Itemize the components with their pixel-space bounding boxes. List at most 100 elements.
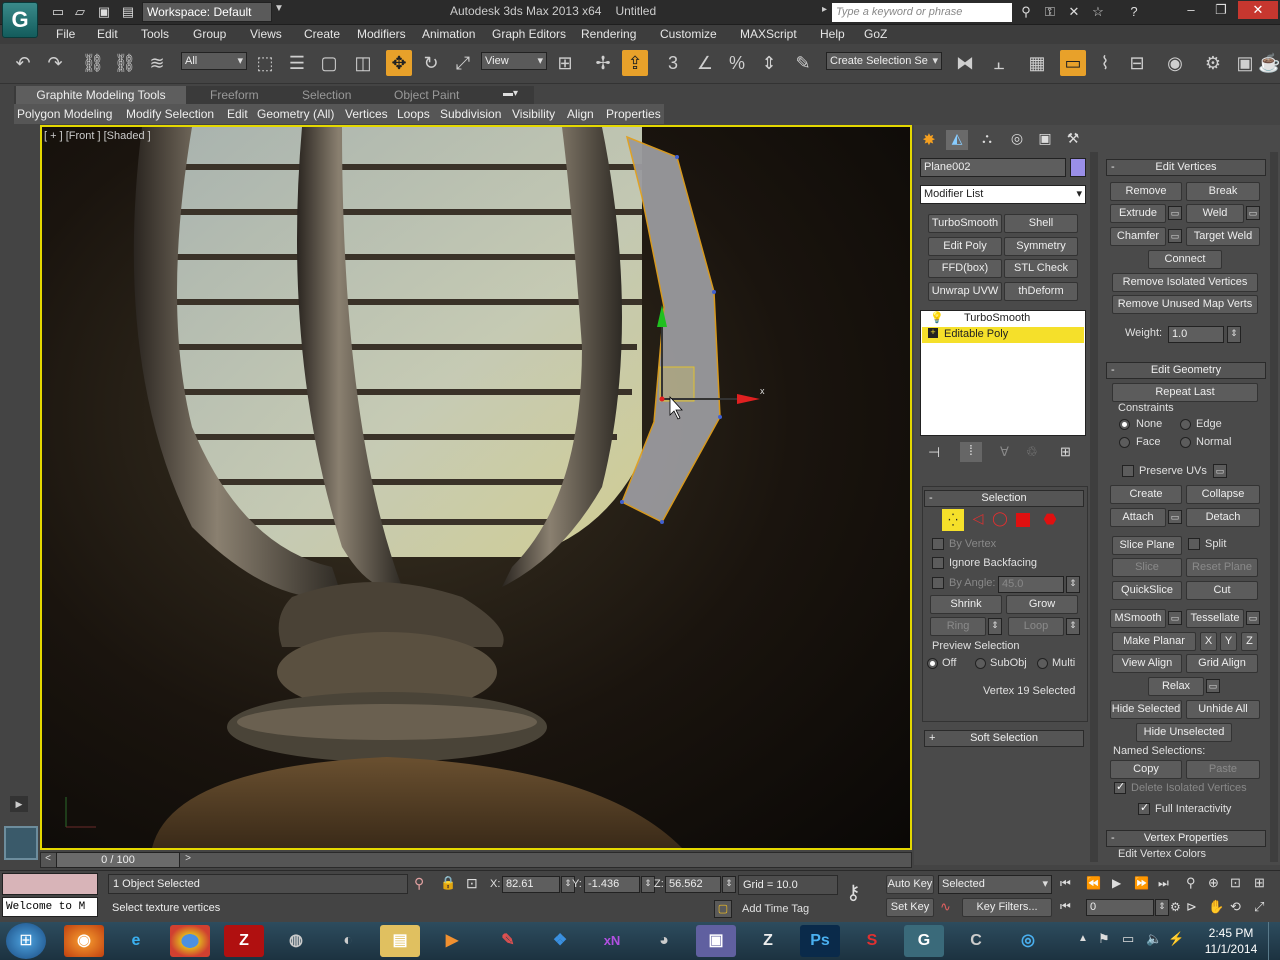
time-slider-thumb[interactable]: 0 / 100: [56, 852, 180, 868]
lightbulb-icon[interactable]: 💡: [930, 311, 944, 324]
app-icon[interactable]: S: [852, 925, 892, 957]
photoshop-icon[interactable]: Ps: [800, 925, 840, 957]
menu-tools[interactable]: Tools: [141, 27, 169, 41]
grow-button[interactable]: Grow: [1006, 595, 1078, 614]
network-icon[interactable]: ▭: [1122, 931, 1134, 947]
window-crossing-icon[interactable]: ◫: [350, 50, 376, 76]
menu-group[interactable]: Group: [193, 27, 226, 41]
maxscript-mini-listener-icon[interactable]: [4, 826, 38, 860]
snaps-toggle-icon[interactable]: 3: [660, 50, 686, 76]
motion-panel-icon[interactable]: ◎: [1006, 130, 1028, 150]
panel-scrollbar-left[interactable]: [1090, 152, 1098, 862]
modifier-shell-button[interactable]: Shell: [1004, 214, 1078, 233]
pan-view-icon[interactable]: ✋: [1208, 899, 1224, 915]
schematic-view-icon[interactable]: ⊟: [1124, 50, 1150, 76]
slice-button[interactable]: Slice: [1112, 558, 1182, 577]
menu-views[interactable]: Views: [250, 27, 282, 41]
hide-selected-button[interactable]: Hide Selected: [1110, 700, 1182, 719]
menu-help[interactable]: Help: [820, 27, 845, 41]
modifier-turbosmooth-button[interactable]: TurboSmooth: [928, 214, 1002, 233]
zoom-icon[interactable]: ⚲: [1186, 875, 1196, 891]
keyboard-shortcut-override-icon[interactable]: ⇪: [622, 50, 648, 76]
menu-file[interactable]: File: [56, 27, 75, 41]
soft-selection-rollout-header[interactable]: + Soft Selection: [924, 730, 1084, 747]
field-of-view-icon[interactable]: ⊳: [1186, 899, 1197, 915]
pivot-point-icon[interactable]: ⊞: [552, 50, 578, 76]
grid-align-button[interactable]: Grid Align: [1186, 654, 1258, 673]
percent-snap-icon[interactable]: %: [724, 50, 750, 76]
preserve-uvs-checkbox[interactable]: [1122, 465, 1134, 477]
current-frame-input[interactable]: 0: [1086, 899, 1154, 916]
go-to-start-icon[interactable]: ⏮: [1060, 876, 1071, 891]
planar-y-button[interactable]: Y: [1220, 632, 1237, 651]
angle-snap-icon[interactable]: ∠: [692, 50, 718, 76]
app-icon[interactable]: ◎: [1008, 925, 1048, 957]
by-angle-input[interactable]: 45.0: [998, 576, 1064, 593]
angle-spinner[interactable]: ⇕: [1066, 576, 1080, 593]
new-scene-icon[interactable]: ▭: [48, 3, 68, 21]
help-icon[interactable]: ?: [1124, 3, 1144, 21]
set-key-icon[interactable]: ⚷: [846, 880, 861, 905]
unhide-all-button[interactable]: Unhide All: [1186, 700, 1260, 719]
ribbon-polygon-modeling[interactable]: Polygon Modeling: [17, 107, 112, 121]
extrude-button[interactable]: Extrude: [1110, 204, 1166, 223]
file-explorer-icon[interactable]: ▤: [380, 925, 420, 957]
ribbon-modify-selection[interactable]: Modify Selection: [126, 107, 214, 121]
ribbon-properties[interactable]: Properties: [606, 107, 661, 121]
rendered-frame-window-icon[interactable]: ▣: [1232, 50, 1258, 76]
infocenter-search-input[interactable]: Type a keyword or phrase: [832, 3, 1012, 22]
set-key-button[interactable]: Set Key: [886, 898, 934, 917]
menu-goz[interactable]: GoZ: [864, 27, 887, 41]
firefox-icon[interactable]: ◉: [64, 925, 104, 957]
planar-x-button[interactable]: X: [1200, 632, 1217, 651]
polygon-mode-icon[interactable]: [1016, 513, 1030, 527]
expand-search-icon[interactable]: ▸: [822, 4, 827, 15]
extrude-settings-icon[interactable]: ▭: [1168, 206, 1182, 220]
attach-settings-icon[interactable]: ▭: [1168, 510, 1182, 524]
align-icon[interactable]: ⫠: [986, 50, 1012, 76]
menu-edit[interactable]: Edit: [97, 27, 118, 41]
maxscript-listener-output[interactable]: [2, 873, 98, 895]
key-mode-toggle-icon[interactable]: ⏮: [1060, 899, 1071, 914]
object-name-field[interactable]: Plane002: [920, 158, 1066, 177]
edge-mode-icon[interactable]: ◁: [968, 510, 988, 530]
open-file-icon[interactable]: ▱: [70, 3, 90, 21]
delete-isolated-vertices-checkbox[interactable]: [1114, 780, 1126, 794]
edit-geometry-rollout-header[interactable]: - Edit Geometry: [1106, 362, 1266, 379]
power-icon[interactable]: ⚡: [1168, 931, 1184, 947]
select-object-icon[interactable]: ⬚: [252, 50, 278, 76]
attach-button[interactable]: Attach: [1110, 508, 1166, 527]
expand-plus-icon[interactable]: +: [928, 328, 938, 338]
configure-modifier-sets-icon[interactable]: ⊞: [1060, 444, 1071, 460]
select-and-move-icon[interactable]: ✥: [386, 50, 412, 76]
menu-modifiers[interactable]: Modifiers: [357, 27, 406, 41]
relax-settings-icon[interactable]: ▭: [1206, 679, 1220, 693]
project-folder-icon[interactable]: ▤: [118, 3, 138, 21]
ribbon-options-icon[interactable]: ▬▾: [503, 88, 518, 99]
tab-selection[interactable]: Selection: [302, 88, 351, 102]
zoom-all-icon[interactable]: ⊕: [1208, 875, 1219, 891]
menu-maxscript[interactable]: MAXScript: [740, 27, 797, 41]
add-time-tag-label[interactable]: Add Time Tag: [742, 903, 809, 915]
preserve-uvs-settings-icon[interactable]: ▭: [1213, 464, 1227, 478]
rectangular-selection-icon[interactable]: ▢: [316, 50, 342, 76]
preview-off-radio[interactable]: [927, 658, 938, 669]
chrome-icon[interactable]: [170, 925, 210, 957]
selection-rollout-header[interactable]: - Selection: [924, 490, 1084, 507]
absolute-mode-icon[interactable]: ⊡: [466, 875, 478, 892]
maximize-viewport-icon[interactable]: ⤢: [1254, 899, 1264, 915]
3dsmax-icon[interactable]: G: [904, 925, 944, 957]
weight-spinner[interactable]: ⇕: [1227, 326, 1241, 343]
modifier-unwrap-uvw-button[interactable]: Unwrap UVW: [928, 282, 1002, 301]
break-button[interactable]: Break: [1186, 182, 1260, 201]
target-weld-button[interactable]: Target Weld: [1186, 227, 1260, 246]
spinner-snap-icon[interactable]: ⇕: [756, 50, 782, 76]
app-icon[interactable]: C: [956, 925, 996, 957]
connect-button[interactable]: Connect: [1148, 250, 1222, 269]
weld-button[interactable]: Weld: [1186, 204, 1244, 223]
make-planar-button[interactable]: Make Planar: [1112, 632, 1196, 651]
detach-button[interactable]: Detach: [1186, 508, 1260, 527]
y-coord-spinner[interactable]: ⇕: [641, 876, 655, 893]
hide-unselected-button[interactable]: Hide Unselected: [1136, 723, 1232, 742]
remove-button[interactable]: Remove: [1110, 182, 1182, 201]
